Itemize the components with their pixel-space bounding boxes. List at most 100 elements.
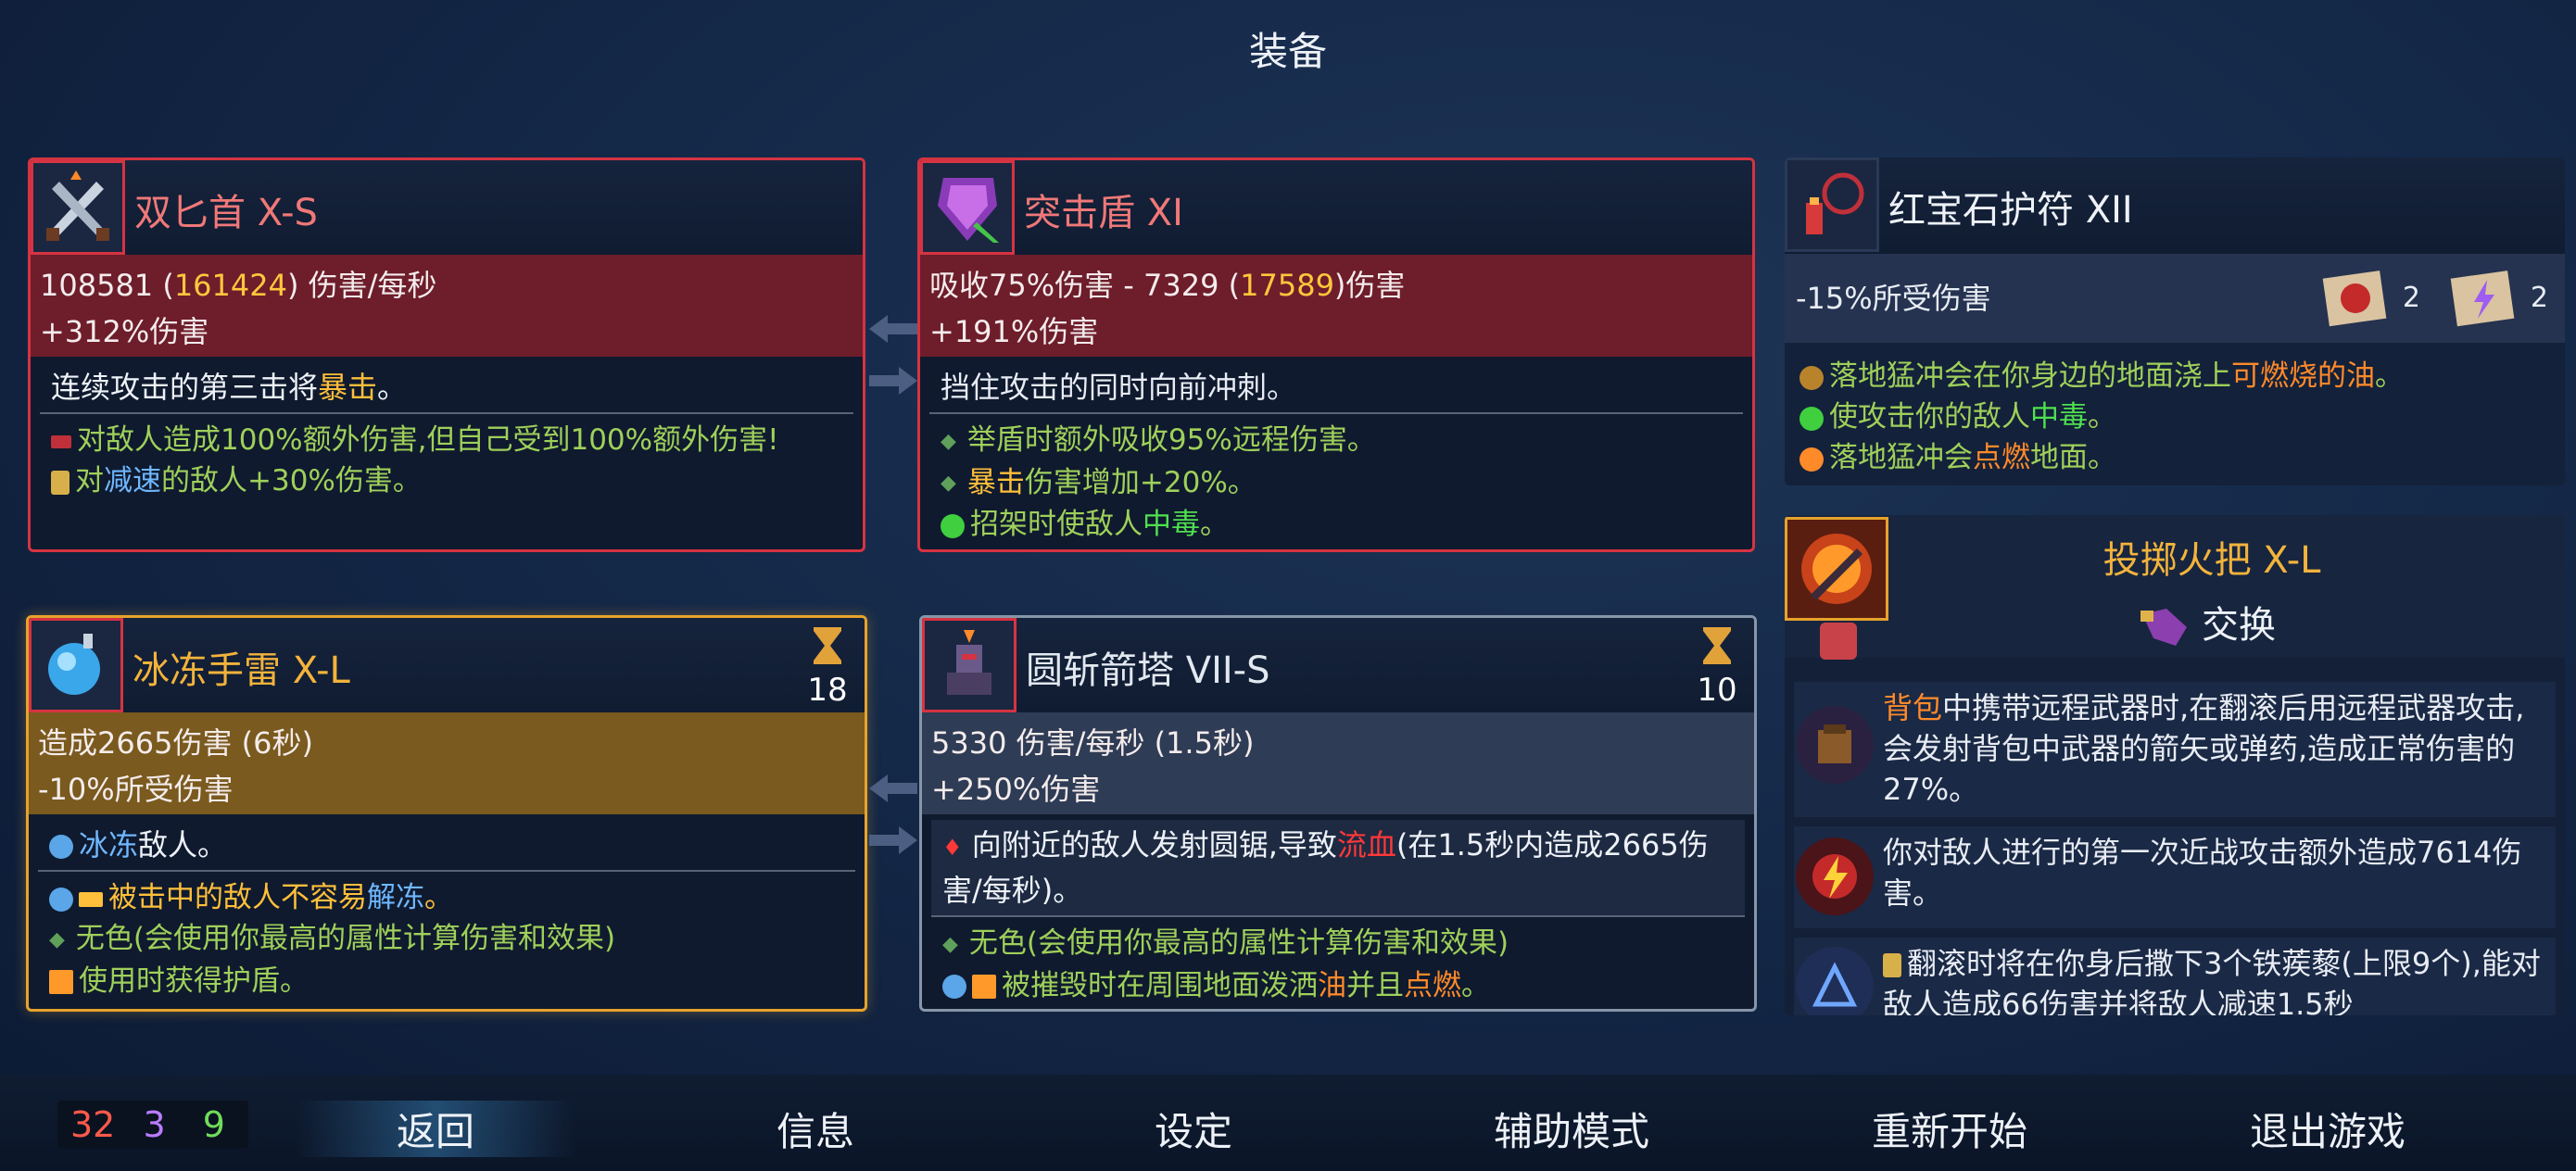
- swap-label: 交换: [2202, 604, 2276, 647]
- item-name: 圆斩箭塔 VII-S: [1026, 649, 1270, 692]
- saw-turret-icon: [922, 618, 1017, 712]
- star-icon: [972, 975, 996, 999]
- quit-game-button[interactable]: 退出游戏: [2189, 1101, 2467, 1157]
- cooldown-timer: 18: [803, 625, 852, 709]
- twin-daggers-icon: [31, 160, 125, 255]
- affix-line: 招架时使敌人中毒。: [929, 504, 1743, 545]
- bleed-icon: ♦: [942, 835, 963, 861]
- main-effect: 连续攻击的第三击将暴击。: [40, 362, 853, 414]
- oil-icon: [1799, 365, 1824, 390]
- freeze-icon: [942, 975, 966, 999]
- poison-icon: [941, 513, 965, 538]
- affix-text: 。: [424, 881, 453, 914]
- poison-keyword: 中毒: [1143, 508, 1200, 541]
- skill-card-turret[interactable]: 圆斩箭塔 VII-S 10 5330 伤害/每秒 (1.5秒) +250%伤害 …: [919, 615, 1757, 1012]
- main-effect: ♦ 向附近的敌人发射圆锯,导致流血(在1.5秒内造成2665伤害/每秒)。: [931, 820, 1745, 917]
- weapon-card-daggers[interactable]: 双匕首 X-S 108581 (161424) 伤害/每秒 +312%伤害 连续…: [28, 157, 865, 552]
- item-stats: -15%所受伤害 2 2: [1785, 254, 2565, 343]
- freeze-keyword: 冰冻: [79, 827, 139, 863]
- affix-text: 落地猛冲会: [1829, 441, 1973, 474]
- ruby-amulet-icon: [1785, 157, 1879, 252]
- skill-card-ice-grenade[interactable]: 冰冻手雷 X-L 18 造成2665伤害 (6秒) -10%所受伤害 冰冻敌人。…: [26, 615, 867, 1012]
- ignite-keyword: 点燃: [1404, 968, 1461, 1002]
- mutation-desc: 中携带远程武器时,在翻滚后用远程武器攻击,会发射背包中武器的箭矢或弹药,造成正常…: [1883, 690, 2525, 807]
- affix-text: 。: [2375, 359, 2404, 393]
- affix-text: 对: [75, 464, 104, 497]
- swap-right-arrow-icon[interactable]: [869, 826, 917, 854]
- poison-icon: [1799, 406, 1824, 431]
- diamond-bullet-icon: ◆: [941, 472, 956, 495]
- thaw-keyword: 解冻: [367, 881, 424, 914]
- swap-panel[interactable]: 投掷火把 X-L 交换 背包中携带远程武器时,在翻滚后用远程武器攻击,会发射背包…: [1785, 515, 2565, 1015]
- oil-keyword: 可燃烧的油: [2231, 359, 2375, 393]
- affix-line: ◆ 举盾时额外吸收95%远程伤害。: [929, 420, 1743, 462]
- weapon-card-shield[interactable]: 突击盾 XI 吸收75%伤害 - 7329 (17589)伤害 +191%伤害 …: [917, 157, 1755, 552]
- info-button[interactable]: 信息: [676, 1101, 954, 1157]
- affix-line: 使用时获得护盾。: [38, 961, 855, 1001]
- swap-left-arrow-icon[interactable]: [869, 774, 917, 802]
- settings-button[interactable]: 设定: [1054, 1101, 1332, 1157]
- affix-line: ◆ 无色(会使用你最高的属性计算伤害和效果): [38, 918, 855, 961]
- resist-stat: -10%所受伤害: [38, 772, 234, 807]
- tactics-counter: 3: [143, 1104, 166, 1145]
- hourglass-icon: [814, 627, 841, 664]
- fire-icon: [1799, 447, 1824, 472]
- amulet-card[interactable]: 红宝石护符 XII -15%所受伤害 2 2 落地猛冲会在你身边的地面浇上可燃烧…: [1785, 157, 2565, 485]
- affix-line: 对减速的敌人+30%伤害。: [40, 460, 853, 501]
- lightning-mutation-icon: [1796, 837, 1874, 915]
- item-name: 投掷火把 X-L: [2102, 539, 2321, 582]
- damage-bonus: +191%伤害: [929, 314, 1099, 349]
- hourglass-icon: [51, 470, 69, 495]
- effect-text: 连续攻击的第三击将: [51, 370, 319, 405]
- dps-base: 108581 (: [40, 268, 174, 303]
- effect-text-end: 。: [377, 370, 408, 405]
- back-button[interactable]: 返回: [297, 1101, 575, 1157]
- swap-button[interactable]: 交换: [1785, 595, 2565, 649]
- swap-right-arrow-icon[interactable]: [869, 367, 917, 395]
- item-name: 红宝石护符 XII: [1888, 189, 2133, 232]
- affix-line: ◆ 无色(会使用你最高的属性计算伤害和效果): [931, 923, 1745, 965]
- hourglass-icon: [1703, 627, 1731, 664]
- affix-text: 无色(会使用你最高的属性计算伤害和效果): [968, 926, 1509, 960]
- item-name: 突击盾 XI: [1024, 192, 1183, 234]
- affix-line: 对敌人造成100%额外伤害,但自己受到100%额外伤害!: [40, 420, 853, 460]
- diamond-bullet-icon: ◆: [942, 932, 958, 956]
- scroll-tactics-icon: [2450, 265, 2517, 366]
- cooldown-value: 10: [1697, 672, 1737, 709]
- scroll-brutality-icon: [2322, 265, 2389, 366]
- affix-text: 的敌人+30%伤害。: [161, 464, 422, 497]
- backpack-mutation-icon: [1796, 706, 1874, 784]
- item-description: 冰冻敌人。 被击中的敌人不容易解冻。 ◆ 无色(会使用你最高的属性计算伤害和效果)…: [38, 820, 855, 1001]
- affix-text: 招架时使敌人: [970, 508, 1143, 541]
- effect-text: 敌人。: [138, 827, 228, 863]
- affix-text: 对敌人造成100%额外伤害,但自己受到100%额外伤害!: [77, 423, 779, 457]
- item-description: 落地猛冲会在你身边的地面浇上可燃烧的油。 使攻击你的敌人中毒。 落地猛冲会点燃地…: [1799, 356, 2557, 478]
- mutation-text: 背包中携带远程武器时,在翻滚后用远程武器攻击,会发射背包中武器的箭矢或弹药,造成…: [1883, 687, 2550, 810]
- hourglass-icon: [1883, 953, 1901, 977]
- affix-line: 落地猛冲会点燃地面。: [1799, 437, 2557, 478]
- affix-line: 落地猛冲会在你身边的地面浇上可燃烧的油。: [1799, 356, 2557, 397]
- damage-stat: 造成2665伤害 (6秒): [38, 725, 313, 761]
- scroll-tactics-count: 2: [2530, 282, 2548, 314]
- affix-text: 落地猛冲会在你身边的地面浇上: [1829, 359, 2231, 393]
- swap-left-arrow-icon[interactable]: [869, 315, 917, 343]
- mutation-desc: 翻滚时将在你身后撒下3个铁蒺藜(上限9个),能对敌人造成66伤害并将敌人减速1.…: [1883, 946, 2541, 1015]
- brutality-counter: 32: [70, 1104, 116, 1145]
- mutation-row: 你对敌人进行的第一次近战攻击额外造成7614伤害。: [1794, 826, 2556, 928]
- cooldown-value: 18: [807, 672, 848, 709]
- mutation-row: 背包中携带远程武器时,在翻滚后用远程武器攻击,会发射背包中武器的箭矢或弹药,造成…: [1794, 682, 2556, 817]
- affix-line: 使攻击你的敌人中毒。: [1799, 397, 2557, 437]
- shield-star-icon: [49, 970, 73, 994]
- mutation-desc: 你对敌人进行的第一次近战攻击额外造成7614伤害。: [1883, 835, 2522, 911]
- assist-mode-button[interactable]: 辅助模式: [1433, 1101, 1711, 1157]
- affix-text: 。: [1200, 508, 1229, 541]
- absorb-max: 17589: [1240, 268, 1334, 303]
- restart-button[interactable]: 重新开始: [1811, 1101, 2089, 1157]
- main-effect: 冰冻敌人。: [38, 820, 855, 872]
- main-effect: 挡住攻击的同时向前冲刺。: [929, 362, 1743, 414]
- absorb-text: 吸收75%伤害 - 7329 (: [929, 268, 1241, 303]
- crit-keyword: 暴击: [966, 465, 1025, 499]
- affix-text: 地面。: [2030, 441, 2116, 474]
- scroll-brutality-count: 2: [2402, 282, 2420, 314]
- affix-text: 使攻击你的敌人: [1829, 400, 2030, 434]
